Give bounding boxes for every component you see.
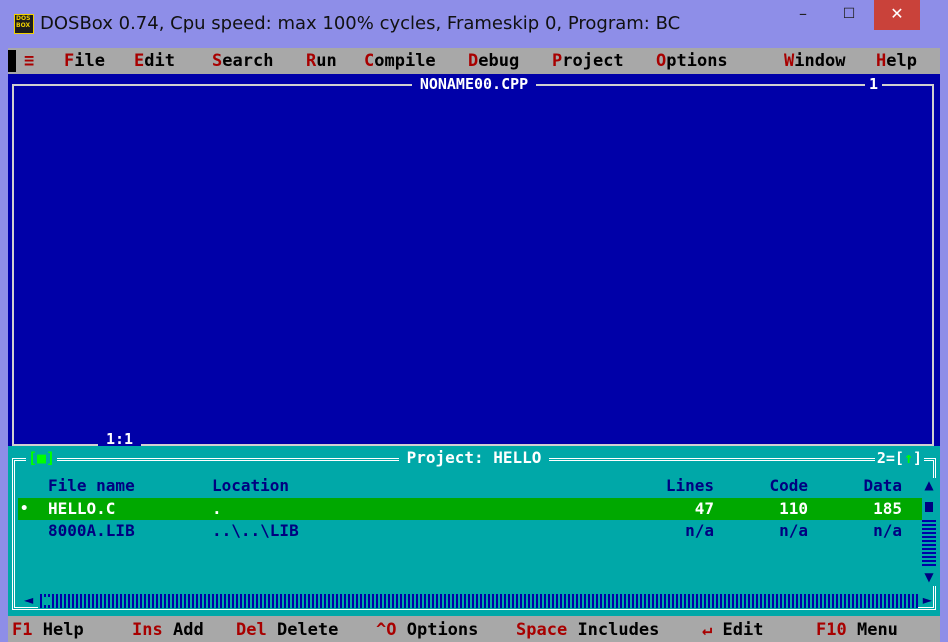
enter-key-icon: ↵ [702,620,713,640]
header-location: Location [212,476,290,495]
status-edit[interactable]: ↵ Edit [702,620,763,640]
menu-options[interactable]: Options [656,51,728,71]
zoom-arrow-icon[interactable]: ↑ [904,449,913,467]
header-file-name: File name [48,476,135,495]
menu-run[interactable]: Run [306,51,337,71]
dosbox-app-icon[interactable]: DOS BOX [14,14,34,34]
horizontal-scrollbar[interactable]: ◄ ► [24,593,932,608]
current-bullet-icon: • [20,501,29,517]
header-code: Code [769,476,808,495]
project-window[interactable]: [■] Project: HELLO 2=[↑] File name Locat… [8,446,940,616]
minimize-button[interactable]: – [780,0,826,30]
vertical-scrollbar[interactable]: ▲ ▼ [922,478,936,586]
status-add[interactable]: Ins Add [132,620,204,640]
status-bar: F1 Help Ins Add Del Delete ^O Options Sp… [8,616,940,642]
status-includes[interactable]: Space Includes [516,620,659,640]
project-row[interactable]: 8000A.LIB ..\..\LIB n/a n/a n/a [18,520,928,542]
scroll-thumb-horizontal[interactable] [42,597,50,605]
editor-window-number: 1 [864,75,882,93]
system-menu-icon[interactable]: ≡ [24,51,34,71]
menu-search[interactable]: Search [212,51,273,71]
scroll-up-icon[interactable]: ▲ [922,478,936,492]
status-menu[interactable]: F10 Menu [816,620,898,640]
editor-window[interactable]: NONAME00.CPP 1 1:1 [8,74,940,448]
scroll-track[interactable] [922,518,936,568]
scroll-thumb[interactable] [925,502,933,512]
menu-window[interactable]: Window [784,51,845,71]
dos-screen[interactable]: ≡ File Edit Search Run Compile Debug Pro… [8,48,940,642]
menu-edit[interactable]: Edit [134,51,175,71]
menu-compile[interactable]: Compile [364,51,436,71]
editor-filename: NONAME00.CPP [411,75,537,93]
scroll-right-icon[interactable]: ► [923,592,932,608]
maximize-button[interactable]: ☐ [826,0,872,30]
menu-debug[interactable]: Debug [468,51,519,71]
menu-bar: ≡ File Edit Search Run Compile Debug Pro… [8,48,940,74]
editor-frame [12,84,934,446]
header-data: Data [863,476,902,495]
text-cursor-block [8,50,16,72]
dosbox-window: DOS BOX DOSBox 0.74, Cpu speed: max 100%… [0,0,948,642]
menu-help[interactable]: Help [876,51,917,71]
project-window-controls[interactable]: 2=[↑] [874,449,924,467]
project-row[interactable]: • HELLO.C . 47 110 185 [18,498,928,520]
close-button[interactable]: ✕ [874,0,920,30]
status-options[interactable]: ^O Options [376,620,478,640]
menu-project[interactable]: Project [552,51,624,71]
menu-file[interactable]: File [64,51,105,71]
project-title: Project: HELLO [398,448,550,467]
status-help[interactable]: F1 Help [12,620,84,640]
status-delete[interactable]: Del Delete [236,620,338,640]
header-lines: Lines [665,476,714,495]
title-bar[interactable]: DOS BOX DOSBox 0.74, Cpu speed: max 100%… [0,0,948,48]
scroll-down-icon[interactable]: ▼ [922,570,936,584]
window-title: DOSBox 0.74, Cpu speed: max 100% cycles,… [40,13,681,34]
scroll-left-icon[interactable]: ◄ [24,592,33,608]
